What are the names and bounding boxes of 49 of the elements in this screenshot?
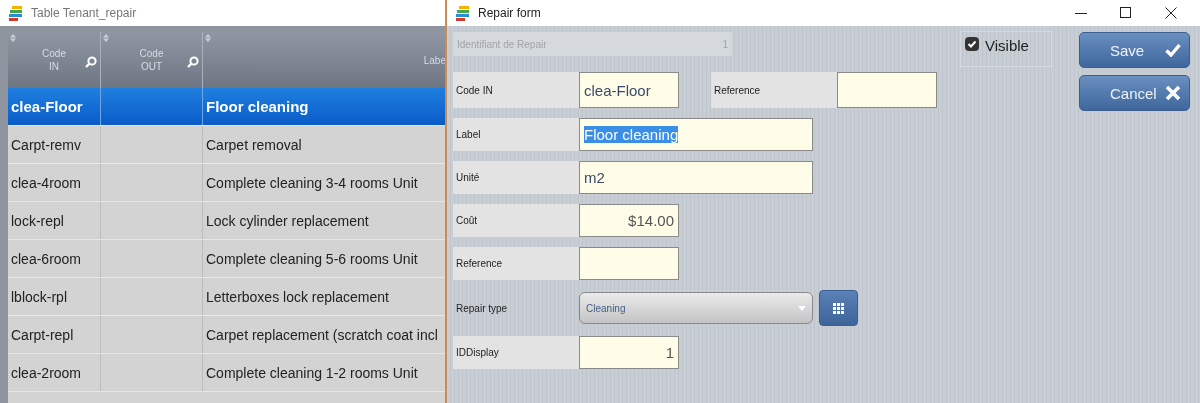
cancel-button[interactable]: Cancel: [1079, 75, 1190, 111]
sort-icon: [205, 34, 211, 42]
table-cell: Carpet replacement (scratch coat incl: [206, 326, 438, 343]
close-icon: [1165, 7, 1177, 19]
table-cell: lock-repl: [11, 212, 64, 229]
table-cell: Floor cleaning: [206, 98, 309, 115]
close-icon: [1165, 85, 1181, 101]
table-cell: Carpt-repl: [11, 326, 74, 343]
grid-icon: [833, 302, 844, 314]
sort-icon: [10, 34, 16, 42]
table-cell: Complete cleaning 3-4 rooms Unit: [206, 174, 418, 191]
save-button[interactable]: Save: [1079, 32, 1190, 68]
field-label: Coût: [455, 214, 479, 228]
window-title: Table Tenant_repair: [31, 6, 137, 20]
input-field[interactable]: 1: [579, 336, 679, 369]
table-cell: Carpt-remv: [11, 136, 81, 153]
table-cell: Complete cleaning 5-6 rooms Unit: [206, 250, 418, 267]
grid-button[interactable]: [819, 290, 858, 326]
input-field[interactable]: m2: [579, 161, 813, 194]
table-cell: clea-4room: [11, 174, 82, 191]
table-cell: Complete cleaning 1-2 rooms Unit: [206, 364, 418, 381]
input-field[interactable]: [579, 247, 679, 280]
input-field[interactable]: clea-Floor: [579, 72, 679, 108]
window-title: Repair form: [478, 6, 541, 20]
field-label: Repair type: [455, 301, 509, 316]
table-cell: clea-2room: [11, 364, 82, 381]
app-logo-icon: [8, 4, 23, 22]
dropdown[interactable]: Cleaning: [579, 292, 813, 324]
sort-icon: [103, 34, 109, 42]
check-icon: [1165, 43, 1181, 57]
input-field[interactable]: $14.00: [579, 204, 679, 237]
table-cell: Letterboxes lock replacement: [206, 288, 389, 305]
field-label: Unité: [455, 171, 481, 185]
field-label: IDDisplay: [455, 346, 500, 360]
field-label: Code IN: [455, 83, 494, 98]
field-label: Label: [455, 128, 482, 142]
table-cell: lblock-rpl: [11, 288, 67, 305]
field-label: Reference: [455, 257, 504, 271]
maximize-icon: [1120, 7, 1132, 19]
input-field[interactable]: [837, 72, 937, 108]
checkbox[interactable]: Visible: [960, 31, 1052, 67]
caret-icon: [798, 305, 806, 311]
app-logo-icon: [455, 4, 470, 22]
field-label: Reference: [713, 83, 762, 98]
table-row[interactable]: clea-Floor Floor cleaning: [8, 88, 447, 126]
table-cell: Lock cylinder replacement: [206, 212, 369, 229]
table-cell: clea-Floor: [11, 98, 83, 115]
table-cell: clea-6room: [11, 250, 82, 267]
table-cell: Carpet removal: [206, 136, 302, 153]
